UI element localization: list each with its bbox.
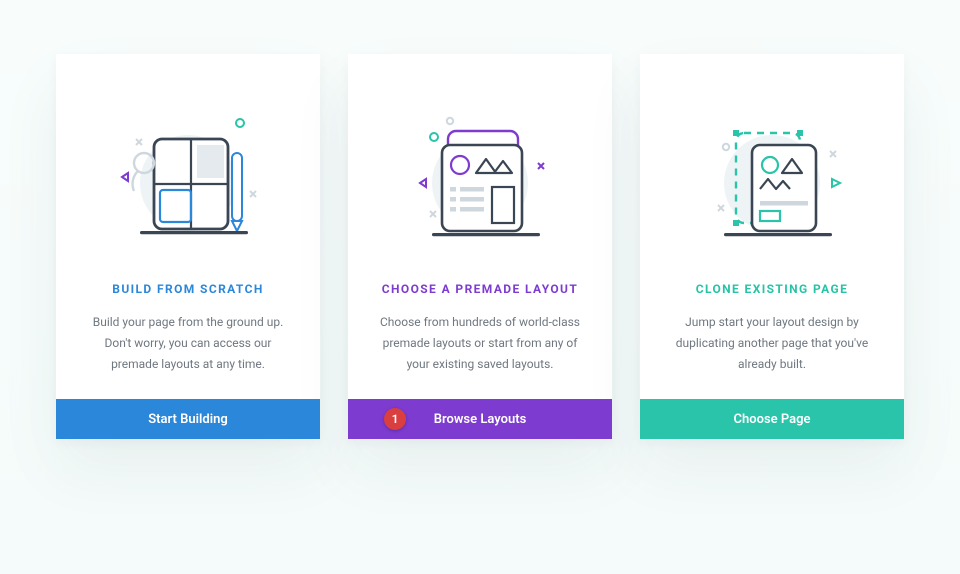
scratch-illustration <box>80 78 296 274</box>
start-building-button[interactable]: Start Building <box>56 399 320 439</box>
card-body: CLONE EXISTING PAGE Jump start your layo… <box>640 54 904 399</box>
card-title: BUILD FROM SCRATCH <box>80 282 296 296</box>
card-title: CLONE EXISTING PAGE <box>664 282 880 296</box>
duplicate-page-icon <box>682 91 862 261</box>
button-label: Browse Layouts <box>434 412 527 427</box>
button-label: Start Building <box>148 412 228 427</box>
card-title: CHOOSE A PREMADE LAYOUT <box>372 282 588 296</box>
card-description: Choose from hundreds of world-class prem… <box>372 312 588 375</box>
browse-layouts-button[interactable]: 1 Browse Layouts <box>348 399 612 439</box>
layout-stack-icon <box>390 91 570 261</box>
card-body: BUILD FROM SCRATCH Build your page from … <box>56 54 320 399</box>
card-body: CHOOSE A PREMADE LAYOUT Choose from hund… <box>348 54 612 399</box>
layout-option-cards: BUILD FROM SCRATCH Build your page from … <box>0 0 960 479</box>
card-build-from-scratch: BUILD FROM SCRATCH Build your page from … <box>56 54 320 439</box>
card-clone-existing-page: CLONE EXISTING PAGE Jump start your layo… <box>640 54 904 439</box>
premade-illustration <box>372 78 588 274</box>
blueprint-icon <box>98 91 278 261</box>
choose-page-button[interactable]: Choose Page <box>640 399 904 439</box>
card-description: Build your page from the ground up. Don'… <box>80 312 296 375</box>
card-premade-layout: CHOOSE A PREMADE LAYOUT Choose from hund… <box>348 54 612 439</box>
clone-illustration <box>664 78 880 274</box>
step-badge: 1 <box>384 408 406 430</box>
button-label: Choose Page <box>733 412 810 427</box>
card-description: Jump start your layout design by duplica… <box>664 312 880 375</box>
